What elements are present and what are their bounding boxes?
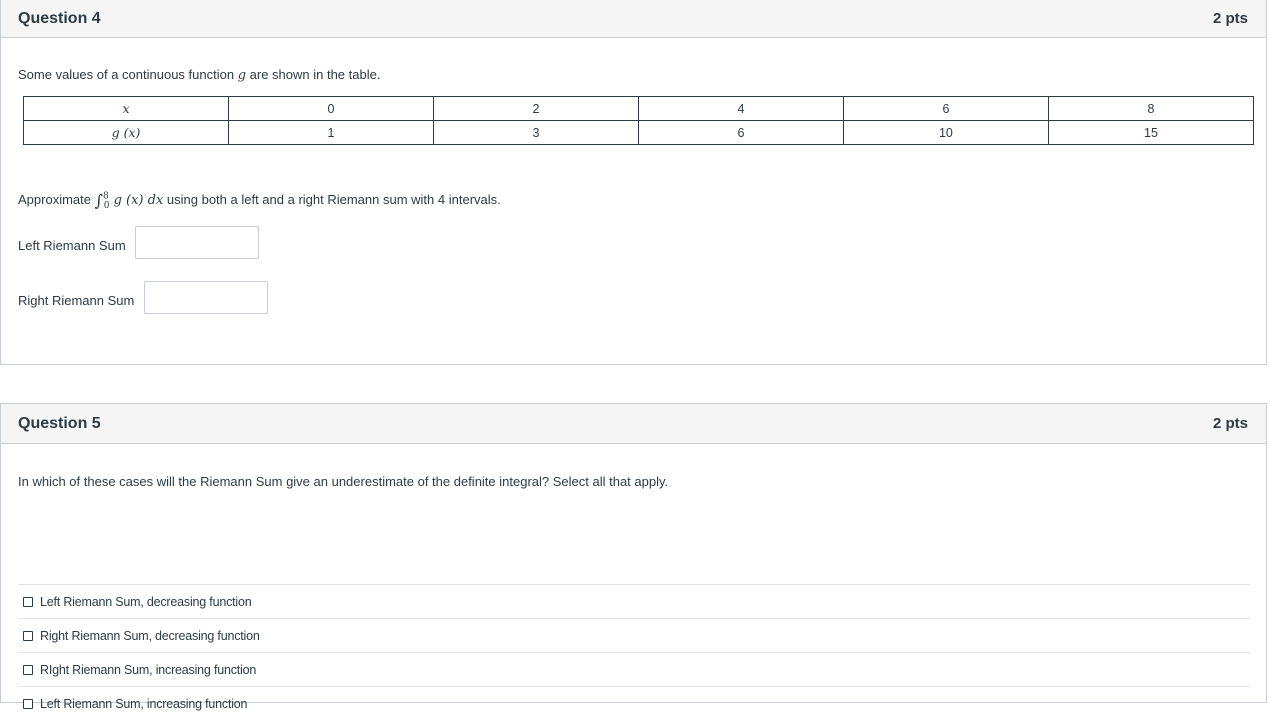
option-label: RIght Riemann Sum, increasing function (40, 662, 257, 677)
option-label: Left Riemann Sum, decreasing function (40, 594, 252, 609)
question-5-points: 2 pts (1212, 415, 1248, 432)
table-header-x: x (22, 96, 230, 121)
question-4-header: Question 4 2 pts (1, 0, 1266, 38)
answer-option[interactable]: Right Riemann Sum, decreasing function (18, 618, 1250, 652)
integral-expression: ∫80 g (x) dx (94, 191, 164, 211)
checkbox-icon[interactable] (23, 664, 33, 675)
table-header-g: g (x) (22, 120, 230, 145)
table-cell: 3 (432, 120, 639, 145)
table-cell: 6 (842, 96, 1049, 121)
values-table: x 0 2 4 6 8 g (x) 1 3 6 10 15 (22, 96, 1255, 145)
question-4-points: 2 pts (1212, 10, 1248, 27)
table-cell: 6 (637, 120, 844, 145)
table-cell: 1 (228, 120, 434, 145)
answer-options: Left Riemann Sum, decreasing function Ri… (18, 584, 1250, 720)
question-5-title: Question 5 (18, 414, 101, 432)
left-sum-input[interactable] (135, 226, 259, 259)
right-sum-input[interactable] (144, 281, 268, 314)
table-cell: 4 (637, 96, 844, 121)
option-label: Right Riemann Sum, decreasing function (40, 628, 260, 643)
question-4-card: Question 4 2 pts Some values of a contin… (0, 0, 1267, 365)
question-5-prompt: In which of these cases will the Riemann… (18, 474, 669, 489)
left-sum-label: Left Riemann Sum (18, 238, 126, 253)
checkbox-icon[interactable] (23, 596, 33, 607)
prompt-suffix: using both a left and a right Riemann su… (166, 192, 501, 207)
option-label: Left Riemann Sum, increasing function (40, 696, 248, 711)
intro-var: g (237, 68, 247, 83)
table-cell: 2 (432, 96, 639, 121)
question-5-card: Question 5 2 pts In which of these cases… (0, 403, 1267, 711)
integral-lower: 0 (103, 200, 110, 211)
question-5-header: Question 5 2 pts (1, 404, 1266, 444)
table-cell: 8 (1047, 96, 1255, 121)
question-4-prompt: Approximate ∫80 g (x) dx using both a le… (18, 191, 501, 211)
table-row-g: g (x) 1 3 6 10 15 (22, 120, 1255, 145)
question-4-title: Question 4 (18, 9, 101, 27)
integral-sign-icon: ∫ (94, 191, 103, 210)
intro-suffix: are shown in the table. (246, 67, 381, 82)
table-cell: 15 (1047, 120, 1255, 145)
prompt-prefix: Approximate (18, 192, 91, 207)
answer-option[interactable]: RIght Riemann Sum, increasing function (18, 652, 1250, 686)
right-sum-label: Right Riemann Sum (18, 293, 135, 308)
table-cell: 10 (842, 120, 1049, 145)
answer-option[interactable]: Left Riemann Sum, decreasing function (18, 584, 1250, 618)
table-cell: 0 (228, 96, 434, 121)
checkbox-icon[interactable] (23, 630, 33, 641)
intro-prefix: Some values of a continuous function (18, 67, 238, 82)
question-4-intro: Some values of a continuous function g a… (18, 67, 380, 83)
table-row-x: x 0 2 4 6 8 (22, 96, 1255, 121)
answer-option[interactable]: Left Riemann Sum, increasing function (18, 686, 1250, 720)
integrand: g (x) dx (113, 193, 164, 208)
checkbox-icon[interactable] (23, 698, 33, 709)
